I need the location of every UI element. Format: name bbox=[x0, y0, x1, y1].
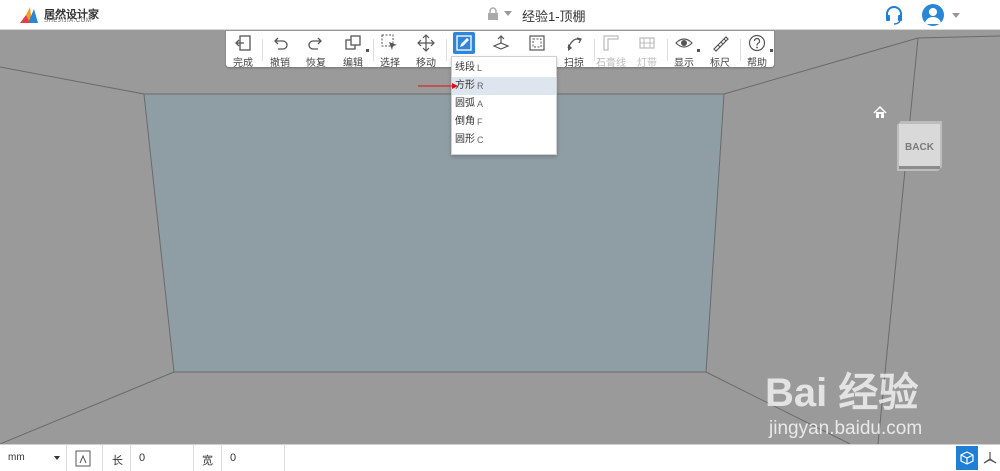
menu-item-line[interactable]: 线段 L bbox=[452, 59, 556, 77]
home-icon[interactable] bbox=[873, 106, 887, 119]
draw-pen-icon bbox=[456, 35, 472, 51]
undo-icon bbox=[274, 37, 288, 50]
offset-icon bbox=[529, 35, 545, 51]
help-button[interactable]: 帮助 bbox=[740, 31, 774, 69]
chevron-down-icon bbox=[504, 11, 512, 16]
menu-item-label: 线段 bbox=[455, 62, 475, 73]
select-button[interactable]: 选择 bbox=[373, 31, 407, 69]
draw-shape-menu: 线段 L 方形 R 圆弧 A 倒角 F 圆形 C bbox=[451, 56, 557, 155]
menu-item-label: 方形 bbox=[455, 80, 475, 91]
menu-item-circle[interactable]: 圆形 C bbox=[452, 131, 556, 149]
lightstrip-icon bbox=[639, 37, 655, 49]
menu-item-arc[interactable]: 圆弧 A bbox=[452, 95, 556, 113]
top-header: 居然设计家 SHEJIJIA.COM 经验1-顶棚 bbox=[0, 0, 1000, 30]
help-label: 帮助 bbox=[747, 58, 767, 69]
submenu-indicator-icon bbox=[366, 49, 369, 52]
sweep-button[interactable]: 扫掠 bbox=[557, 31, 591, 69]
light-strip-button[interactable]: 灯带 bbox=[630, 31, 664, 69]
eye-icon bbox=[675, 38, 693, 48]
finish-button[interactable]: 完成 bbox=[226, 31, 260, 69]
lock-icon bbox=[488, 7, 498, 20]
view-cube-back[interactable]: BACK bbox=[897, 121, 942, 171]
exit-icon bbox=[235, 35, 251, 51]
length-input[interactable]: 0 bbox=[130, 445, 194, 471]
user-avatar-icon[interactable] bbox=[922, 4, 944, 26]
length-label: 长 bbox=[112, 455, 123, 467]
select-icon bbox=[381, 34, 397, 50]
redo-button[interactable]: 恢复 bbox=[299, 31, 333, 69]
length-value: 0 bbox=[139, 452, 146, 464]
headset-icon[interactable] bbox=[884, 5, 904, 25]
menu-item-label: 圆形 bbox=[455, 134, 475, 145]
menu-item-shortcut: A bbox=[477, 99, 484, 109]
sweep-icon bbox=[567, 37, 582, 51]
logo-subtitle: SHEJIJIA.COM bbox=[44, 18, 92, 24]
display-button[interactable]: 显示 bbox=[667, 31, 701, 69]
ruler-icon bbox=[713, 36, 729, 52]
move-icon bbox=[417, 34, 435, 52]
width-label: 宽 bbox=[202, 455, 213, 467]
baidu-watermark: Bai 经验 jingyan.baidu.com bbox=[765, 360, 985, 445]
ruler-button[interactable]: 标尺 bbox=[703, 31, 737, 69]
move-button[interactable]: 移动 bbox=[409, 31, 443, 69]
axes-view-icon bbox=[983, 452, 997, 464]
menu-item-chamfer[interactable]: 倒角 F bbox=[452, 113, 556, 131]
molding-button[interactable]: 石膏线 bbox=[594, 31, 628, 69]
width-input[interactable]: 0 bbox=[221, 445, 285, 471]
watermark-brand: Bai 经验 bbox=[765, 371, 919, 415]
redo-icon bbox=[308, 37, 322, 50]
document-title: 经验1-顶棚 bbox=[522, 9, 586, 24]
app-logo[interactable]: 居然设计家 SHEJIJIA.COM bbox=[20, 4, 102, 26]
width-value: 0 bbox=[230, 452, 237, 464]
unit-select[interactable]: mm bbox=[0, 445, 67, 471]
ceiling-plane bbox=[143, 93, 725, 373]
user-menu-chevron-icon[interactable] bbox=[952, 13, 960, 18]
logo-mark-icon bbox=[20, 7, 38, 23]
edit-copy-icon bbox=[345, 35, 361, 50]
unit-value: mm bbox=[8, 452, 25, 463]
watermark-url: jingyan.baidu.com bbox=[769, 418, 923, 439]
annotation-arrow-icon bbox=[418, 83, 458, 89]
bottom-status-bar: mm 长 0 宽 0 bbox=[0, 444, 1000, 471]
menu-item-shortcut: L bbox=[477, 63, 483, 73]
snap-icon bbox=[75, 450, 91, 467]
view-cube-back-label: BACK bbox=[905, 142, 935, 153]
move-label: 移动 bbox=[416, 58, 436, 69]
menu-item-shortcut: C bbox=[477, 135, 484, 145]
chevron-down-icon bbox=[54, 456, 60, 460]
menu-item-shortcut: R bbox=[477, 81, 484, 91]
help-icon bbox=[748, 34, 766, 52]
submenu-indicator-icon bbox=[697, 49, 700, 52]
snap-toggle-button[interactable] bbox=[66, 445, 103, 471]
submenu-indicator-icon bbox=[770, 49, 773, 52]
view-axes-button[interactable] bbox=[980, 446, 1000, 470]
edit-button[interactable]: 编辑 bbox=[336, 31, 370, 69]
extrude-icon bbox=[492, 35, 510, 50]
menu-item-shortcut: F bbox=[477, 117, 483, 127]
undo-button[interactable]: 撤销 bbox=[263, 31, 297, 69]
menu-item-rectangle[interactable]: 方形 R bbox=[452, 77, 556, 95]
molding-icon bbox=[603, 35, 619, 51]
menu-item-label: 圆弧 bbox=[455, 98, 475, 109]
menu-item-label: 倒角 bbox=[455, 116, 475, 127]
cube-view-icon bbox=[960, 451, 974, 465]
view-3d-button[interactable] bbox=[956, 446, 978, 470]
